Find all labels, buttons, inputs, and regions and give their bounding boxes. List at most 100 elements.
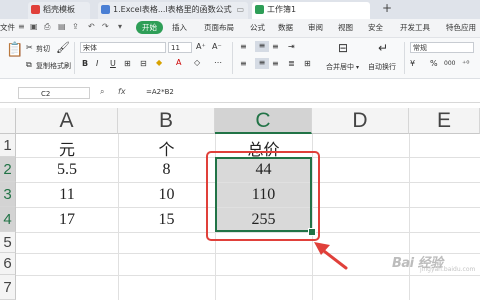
- cell-a1[interactable]: 元: [16, 136, 118, 160]
- merge-center-icon[interactable]: ⊟: [338, 41, 348, 55]
- column-header-c[interactable]: C: [215, 108, 312, 134]
- wrap-text-icon[interactable]: ↵: [378, 41, 388, 55]
- menu-insert[interactable]: 插入: [172, 22, 187, 33]
- align-left-icon[interactable]: ≡: [240, 59, 247, 68]
- cell-b2[interactable]: 8: [118, 161, 215, 179]
- name-box[interactable]: C2: [18, 87, 90, 99]
- menu-bar: 文件 ≡ ▣ ⎙ ▤ ⇪ ↶ ↷ ▾ 开始 插入 页面布局 公式 数据 审阅 视…: [0, 19, 480, 38]
- new-tab-icon[interactable]: +: [382, 1, 392, 15]
- row-header-4[interactable]: 4: [0, 207, 16, 232]
- menu-formulas[interactable]: 公式: [250, 22, 265, 33]
- column-header-b[interactable]: B: [118, 108, 215, 134]
- font-color-icon[interactable]: A: [176, 58, 181, 67]
- undo-icon[interactable]: ↶: [88, 22, 95, 31]
- gridline: [16, 275, 480, 276]
- tab-workbook1[interactable]: 工作簿1: [252, 2, 370, 19]
- underline-button[interactable]: U: [110, 59, 116, 68]
- formula-bar: C2 ⌕ fx =A2*B2: [0, 85, 480, 103]
- border-icon[interactable]: ⊞: [124, 59, 131, 68]
- fill-color-icon[interactable]: ◆: [156, 58, 162, 67]
- cut-button[interactable]: 剪切: [36, 44, 50, 54]
- merge-dropdown-icon[interactable]: ▾: [356, 64, 359, 71]
- more-icon[interactable]: ⋯: [214, 58, 222, 67]
- column-header-a[interactable]: A: [16, 108, 118, 134]
- align-top-icon[interactable]: ≡: [240, 42, 247, 51]
- copy-button[interactable]: 复制: [36, 61, 50, 71]
- zoom-search-icon[interactable]: ⌕: [100, 87, 104, 97]
- cell-a2[interactable]: 5.5: [16, 161, 118, 179]
- menu-data[interactable]: 数据: [278, 22, 293, 33]
- indent-icon[interactable]: ⇥: [288, 42, 295, 51]
- ribbon-toolbar: 📋 ✂ 剪切 🖌 ⧉ 复制 格式刷 宋体 11 A⁺ A⁻ B I U ⊞ ⊟ …: [0, 38, 480, 79]
- italic-button[interactable]: I: [96, 59, 98, 68]
- merge-cells-icon[interactable]: ⊟: [140, 59, 147, 68]
- align-right-icon[interactable]: ≡: [272, 59, 279, 68]
- tab-menu-icon[interactable]: ▭: [236, 2, 244, 17]
- currency-button[interactable]: ¥: [410, 59, 415, 68]
- decrease-font-icon[interactable]: A⁻: [212, 42, 222, 51]
- cell-a3[interactable]: 11: [16, 186, 118, 204]
- bold-button[interactable]: B: [82, 59, 88, 68]
- print-icon[interactable]: ⎙: [44, 22, 50, 32]
- divider: [232, 42, 233, 74]
- divider: [74, 42, 75, 74]
- customize-icon[interactable]: ▾: [118, 22, 122, 31]
- cell-b3[interactable]: 10: [118, 186, 215, 204]
- cell-b4[interactable]: 15: [118, 211, 215, 229]
- format-painter-button[interactable]: 格式刷: [50, 61, 71, 71]
- percent-button[interactable]: %: [430, 59, 438, 68]
- wrap-text-button[interactable]: 自动换行: [368, 62, 396, 72]
- menu-file[interactable]: 文件: [0, 22, 15, 33]
- row-header-1[interactable]: 1: [0, 134, 16, 157]
- column-header-d[interactable]: D: [312, 108, 409, 134]
- eraser-icon[interactable]: ◇: [194, 58, 200, 67]
- align-bottom-icon[interactable]: ≡: [272, 42, 279, 51]
- cell-a4[interactable]: 17: [16, 211, 118, 229]
- align-middle-icon[interactable]: ≡: [255, 41, 269, 52]
- save-icon[interactable]: ▣: [30, 22, 38, 31]
- menu-toggle-icon[interactable]: ≡: [18, 22, 25, 31]
- number-format-select[interactable]: 常规: [410, 42, 474, 53]
- redo-icon[interactable]: ↷: [102, 22, 109, 31]
- annotation-highlight-box: [206, 151, 320, 241]
- font-size-select[interactable]: 11: [168, 42, 192, 53]
- menu-special-apps[interactable]: 特色应用: [446, 22, 476, 33]
- paste-icon[interactable]: 📋: [6, 42, 23, 58]
- row-header-6[interactable]: 6: [0, 253, 16, 275]
- increase-decimal-icon[interactable]: ⁺⁰: [462, 59, 469, 68]
- menu-view[interactable]: 视图: [338, 22, 353, 33]
- select-all-corner[interactable]: [0, 108, 16, 134]
- format-painter-icon[interactable]: 🖌: [56, 41, 70, 54]
- justify-icon[interactable]: ≣: [288, 59, 295, 68]
- tab-docer-templates[interactable]: 稻壳模板: [28, 2, 90, 19]
- distribute-icon[interactable]: ⊞: [304, 59, 311, 68]
- align-center-icon[interactable]: ≡: [255, 58, 269, 69]
- tab-strip: 稻壳模板 1.Excel表格...l表格里的函数公式 ▭ 工作簿1 +: [0, 0, 480, 19]
- tab-excel-functions-doc[interactable]: 1.Excel表格...l表格里的函数公式 ▭: [98, 2, 248, 19]
- menu-security[interactable]: 安全: [368, 22, 383, 33]
- menu-start[interactable]: 开始: [136, 21, 163, 34]
- increase-font-icon[interactable]: A⁺: [196, 42, 206, 51]
- spreadsheet-icon: [255, 5, 264, 14]
- docer-icon: [31, 5, 40, 14]
- font-name-select[interactable]: 宋体: [80, 42, 166, 53]
- menu-review[interactable]: 审阅: [308, 22, 323, 33]
- cut-icon[interactable]: ✂: [26, 43, 33, 52]
- fx-button[interactable]: fx: [118, 87, 126, 96]
- row-header-7[interactable]: 7: [0, 275, 16, 300]
- export-icon[interactable]: ⇪: [72, 22, 79, 31]
- menu-page-layout[interactable]: 页面布局: [204, 22, 234, 33]
- row-header-2[interactable]: 2: [0, 157, 16, 182]
- merge-center-button[interactable]: 合并居中: [326, 62, 354, 72]
- tab-label: 稻壳模板: [43, 5, 75, 14]
- row-header-3[interactable]: 3: [0, 182, 16, 207]
- menu-developer[interactable]: 开发工具: [400, 22, 430, 33]
- thousands-button[interactable]: 000: [444, 60, 455, 67]
- document-icon: [101, 5, 110, 14]
- column-header-e[interactable]: E: [409, 108, 480, 134]
- cell-b1[interactable]: 个: [118, 136, 215, 160]
- copy-icon[interactable]: ⧉: [26, 60, 32, 70]
- row-header-5[interactable]: 5: [0, 232, 16, 253]
- preview-icon[interactable]: ▤: [58, 22, 66, 31]
- formula-input[interactable]: =A2*B2: [146, 88, 174, 96]
